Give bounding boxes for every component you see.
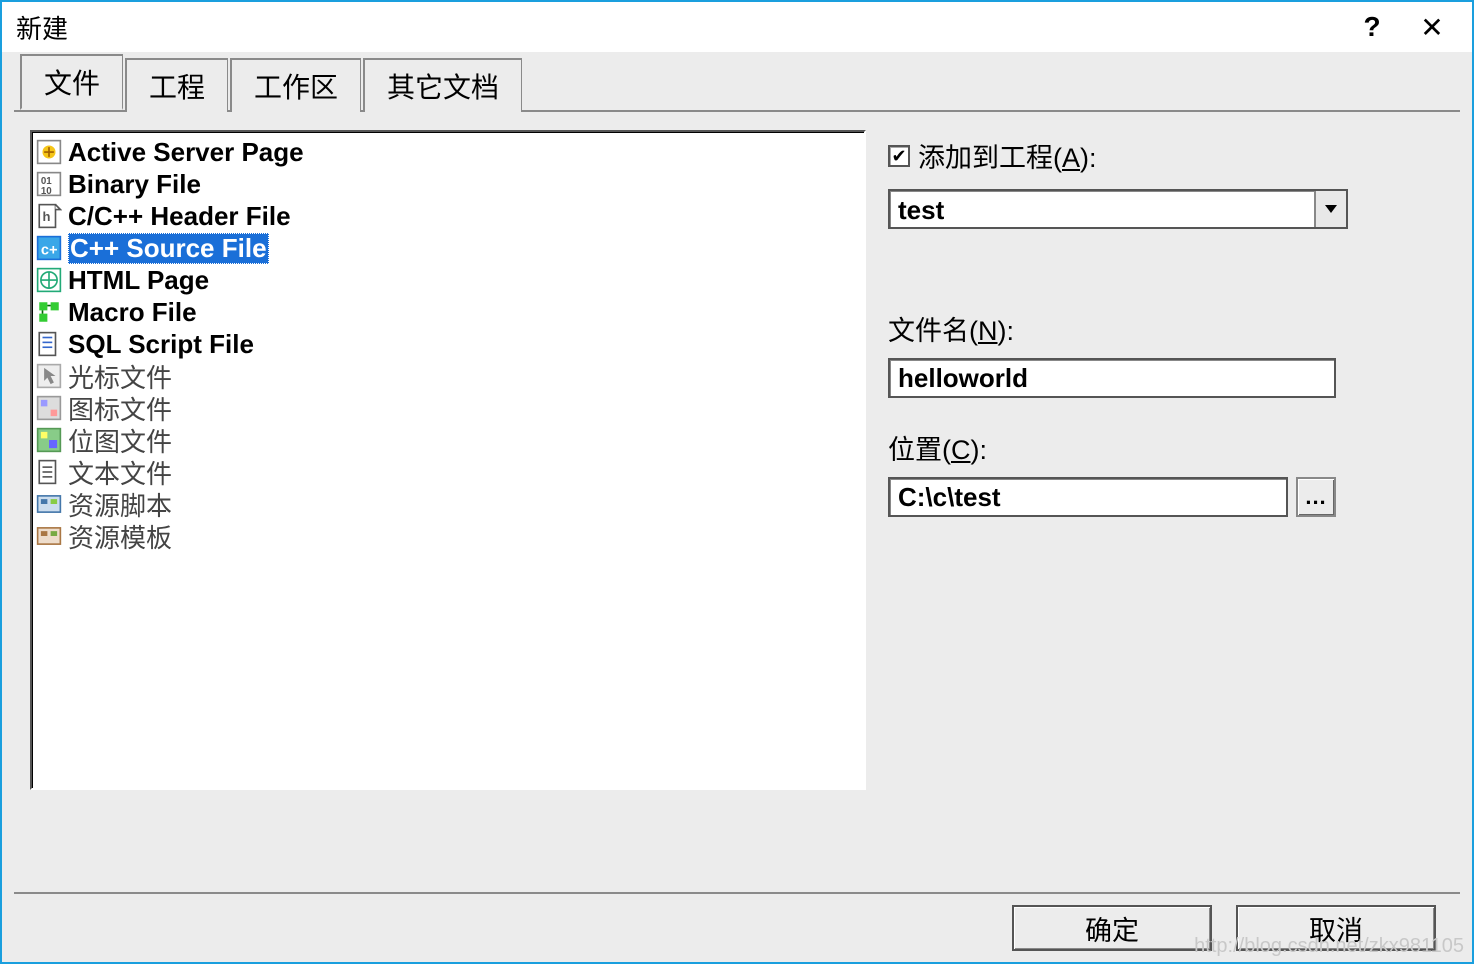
add-to-project-label: 添加到工程(A): [918, 136, 1097, 175]
tab-panel-files: Active Server Page0110Binary File h C/C++ … [14, 110, 1460, 892]
file-type-item[interactable]: h C/C++ Header File [34, 200, 862, 232]
resscript-icon [36, 491, 62, 517]
location-input[interactable] [888, 477, 1288, 517]
project-combo-row: test [888, 189, 1444, 229]
file-type-item[interactable]: 图标文件 [34, 392, 862, 424]
file-type-item[interactable]: 0110Binary File [34, 168, 862, 200]
bitmap-icon [36, 427, 62, 453]
file-type-item[interactable]: SQL Script File [34, 328, 862, 360]
cpp-icon: c+ [36, 235, 62, 261]
tab-1[interactable]: 工程 [125, 58, 228, 112]
close-button[interactable]: ✕ [1402, 11, 1462, 44]
file-type-label: Active Server Page [68, 137, 304, 168]
filename-input-row [888, 358, 1444, 398]
macro-icon [36, 299, 62, 325]
location-label-row: 位置(C): [888, 428, 1444, 467]
client-area: 文件工程工作区其它文档 Active Server Page0110Binary… [2, 52, 1472, 962]
file-type-label: HTML Page [68, 265, 209, 296]
chevron-down-icon [1325, 205, 1337, 213]
tab-3[interactable]: 其它文档 [363, 58, 522, 112]
filename-input[interactable] [888, 358, 1336, 398]
file-type-item[interactable]: 资源模板 [34, 520, 862, 552]
file-type-label: C/C++ Header File [68, 201, 291, 232]
filename-label: 文件名(N): [888, 316, 1014, 346]
add-to-project-checkbox[interactable]: ✔ [888, 145, 910, 167]
svg-text:10: 10 [41, 186, 52, 197]
sql-icon [36, 331, 62, 357]
browse-button[interactable]: ... [1296, 477, 1336, 517]
tab-2[interactable]: 工作区 [230, 58, 361, 112]
restmpl-icon [36, 523, 62, 549]
text-icon [36, 459, 62, 485]
tab-0[interactable]: 文件 [20, 54, 123, 110]
ok-button[interactable]: 确定 [1012, 905, 1212, 951]
titlebar: 新建 ? ✕ [2, 2, 1472, 52]
window-title: 新建 [12, 9, 68, 46]
form-area: ✔ 添加到工程(A): test [888, 130, 1444, 876]
file-type-label: 资源模板 [68, 518, 172, 555]
asp-icon [36, 139, 62, 165]
cancel-button[interactable]: 取消 [1236, 905, 1436, 951]
filename-label-row: 文件名(N): [888, 309, 1444, 348]
location-label: 位置(C): [888, 435, 987, 465]
cursor-icon [36, 363, 62, 389]
dialog-button-bar: 确定 取消 [14, 892, 1460, 962]
project-combo-dropdown-button[interactable] [1314, 191, 1346, 227]
header-icon: h [36, 203, 62, 229]
add-to-project-row: ✔ 添加到工程(A): [888, 136, 1444, 175]
file-type-item[interactable]: 资源脚本 [34, 488, 862, 520]
file-type-item[interactable]: Active Server Page [34, 136, 862, 168]
icon-icon [36, 395, 62, 421]
file-type-label: C++ Source File [68, 233, 269, 264]
location-input-row: ... [888, 477, 1444, 517]
file-type-item[interactable]: 文本文件 [34, 456, 862, 488]
help-button[interactable]: ? [1342, 11, 1402, 43]
new-dialog: 新建 ? ✕ 文件工程工作区其它文档 Active Server Page011… [0, 0, 1474, 964]
file-type-item[interactable]: Macro File [34, 296, 862, 328]
check-icon: ✔ [891, 147, 906, 165]
file-type-label: SQL Script File [68, 329, 254, 360]
project-combo[interactable]: test [888, 189, 1348, 229]
tabstrip: 文件工程工作区其它文档 [20, 64, 1460, 110]
svg-text:c+: c+ [41, 243, 58, 259]
file-type-item[interactable]: 位图文件 [34, 424, 862, 456]
file-type-item[interactable]: 光标文件 [34, 360, 862, 392]
html-icon [36, 267, 62, 293]
file-type-label: Binary File [68, 169, 201, 200]
file-type-list[interactable]: Active Server Page0110Binary File h C/C++ … [30, 130, 866, 790]
file-type-label: Macro File [68, 297, 197, 328]
project-combo-value: test [890, 191, 1314, 227]
file-type-item[interactable]: c+ C++ Source File [34, 232, 862, 264]
file-type-item[interactable]: HTML Page [34, 264, 862, 296]
svg-text:h: h [43, 209, 51, 224]
binary-icon: 0110 [36, 171, 62, 197]
